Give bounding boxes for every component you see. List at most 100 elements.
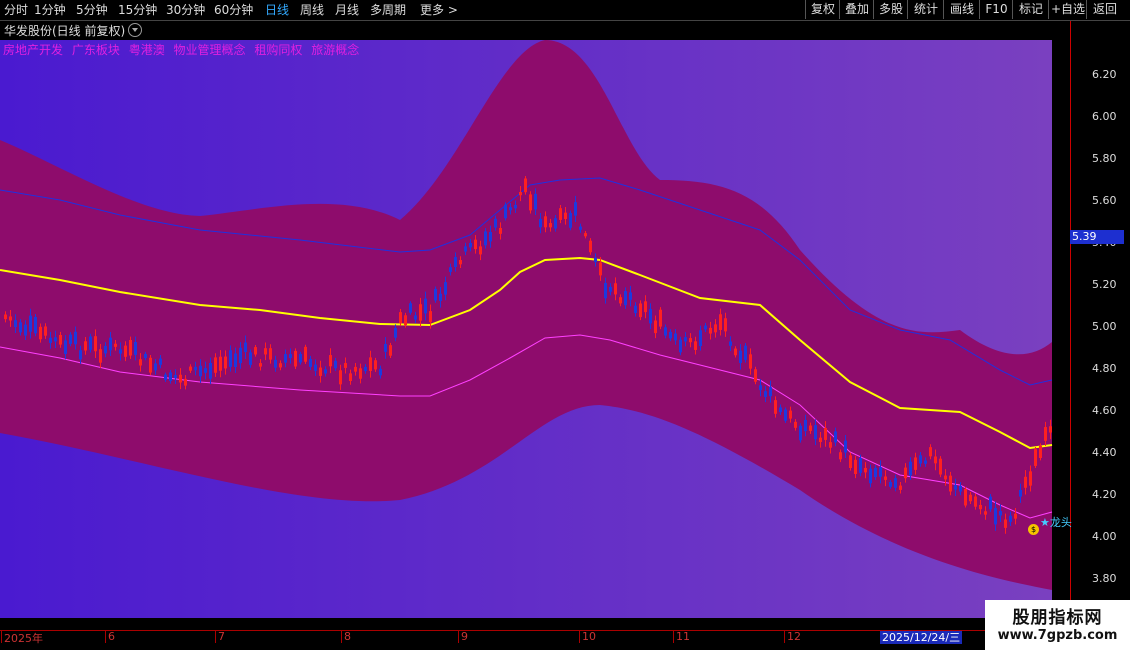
axis-tick: 4.80 [1092,362,1117,375]
candle-body [314,364,317,371]
candle-body [79,350,82,360]
candle-body [489,231,492,242]
concept-tag[interactable]: 旅游概念 [311,43,359,57]
candle-body [689,338,692,343]
leader-marker[interactable]: ★龙头 [1040,514,1072,530]
period-1min[interactable]: 1分钟 [34,2,66,18]
candle-body [989,496,992,510]
concept-tag[interactable]: 物业管理概念 [174,43,246,57]
candle-body [339,370,342,385]
candle-body [774,400,777,414]
money-bag-icon[interactable]: $ [1028,524,1039,535]
period-daily[interactable]: 日线 [265,2,289,18]
candle-body [709,327,712,334]
date-label: 7 [215,630,225,643]
candle-body [879,467,882,477]
mark-button[interactable]: 标记 [1012,0,1049,19]
candle-body [764,391,767,397]
candle-body [254,347,257,355]
period-fenshi[interactable]: 分时 [4,2,28,18]
candle-body [834,431,837,443]
watermark: 股朋指标网 www.7gpzb.com [985,600,1130,650]
candle-body [769,387,772,397]
candle-body [954,485,957,490]
axis-tick: 6.20 [1092,68,1117,81]
period-more[interactable]: 更多 > [420,2,458,18]
concept-tag[interactable]: 租购同权 [254,43,302,57]
candle-body [669,331,672,339]
period-monthly[interactable]: 月线 [335,2,359,18]
candle-body [584,233,587,237]
axis-tick: 3.80 [1092,572,1117,585]
candle-body [1039,445,1042,458]
candle-body [519,191,522,196]
back-button[interactable]: 返回 [1086,0,1123,19]
candle-body [819,437,822,443]
candle-body [859,458,862,473]
candle-body [394,327,397,338]
candle-body [279,363,282,368]
candle-body [129,339,132,356]
concept-tag[interactable]: 粤港澳 [129,43,165,57]
candle-body [694,341,697,350]
draw-line-button[interactable]: 画线 [943,0,980,19]
candle-body [964,488,967,506]
stats-button[interactable]: 统计 [907,0,944,19]
candle-body [889,482,892,487]
candle-body [309,358,312,367]
candle-body [614,283,617,295]
axis-tick: 4.20 [1092,488,1117,501]
candle-body [759,385,762,391]
candle-body [164,374,167,380]
candle-body [429,311,432,323]
date-cursor-label: 2025/12/24/三 [880,631,963,644]
add-favorite-button[interactable]: +自选 [1048,0,1087,19]
candle-body [114,343,117,347]
chevron-down-icon[interactable] [128,23,142,37]
candle-body [44,326,47,336]
candle-body [354,366,357,372]
candle-body [799,425,802,441]
f10-button[interactable]: F10 [979,0,1013,19]
candlestick-chart[interactable] [0,40,1070,630]
candle-body [624,291,627,306]
candle-body [849,455,852,468]
overlay-button[interactable]: 叠加 [839,0,874,19]
candle-body [779,407,782,413]
period-weekly[interactable]: 周线 [300,2,324,18]
candle-body [59,335,62,345]
candle-body [659,309,662,327]
current-price-tag: 5.39 [1070,230,1124,244]
candle-body [754,369,757,382]
period-30min[interactable]: 30分钟 [166,2,205,18]
candle-body [19,322,22,333]
candle-body [54,337,57,342]
candle-body [389,345,392,356]
candle-body [334,360,337,369]
candle-body [274,359,277,368]
candle-body [364,366,367,372]
multi-stock-button[interactable]: 多股 [873,0,908,19]
candle-body [899,485,902,490]
candle-body [919,455,922,464]
candle-body [804,419,807,432]
candle-body [579,226,582,230]
candle-body [224,356,227,369]
candle-body [1014,513,1017,519]
candle-body [864,467,867,473]
candle-body [544,216,547,228]
candle-body [949,475,952,492]
candle-body [189,366,192,371]
fuquan-button[interactable]: 复权 [805,0,840,19]
candle-body [169,372,172,382]
period-60min[interactable]: 60分钟 [214,2,253,18]
axis-tick: 4.60 [1092,404,1117,417]
concept-tag[interactable]: 房地产开发 [3,43,63,57]
period-5min[interactable]: 5分钟 [76,2,108,18]
period-multi[interactable]: 多周期 [370,2,406,18]
period-15min[interactable]: 15分钟 [118,2,157,18]
candle-body [1044,427,1047,441]
candle-body [344,363,347,368]
concept-tag[interactable]: 广东板块 [72,43,120,57]
candle-body [524,178,527,193]
